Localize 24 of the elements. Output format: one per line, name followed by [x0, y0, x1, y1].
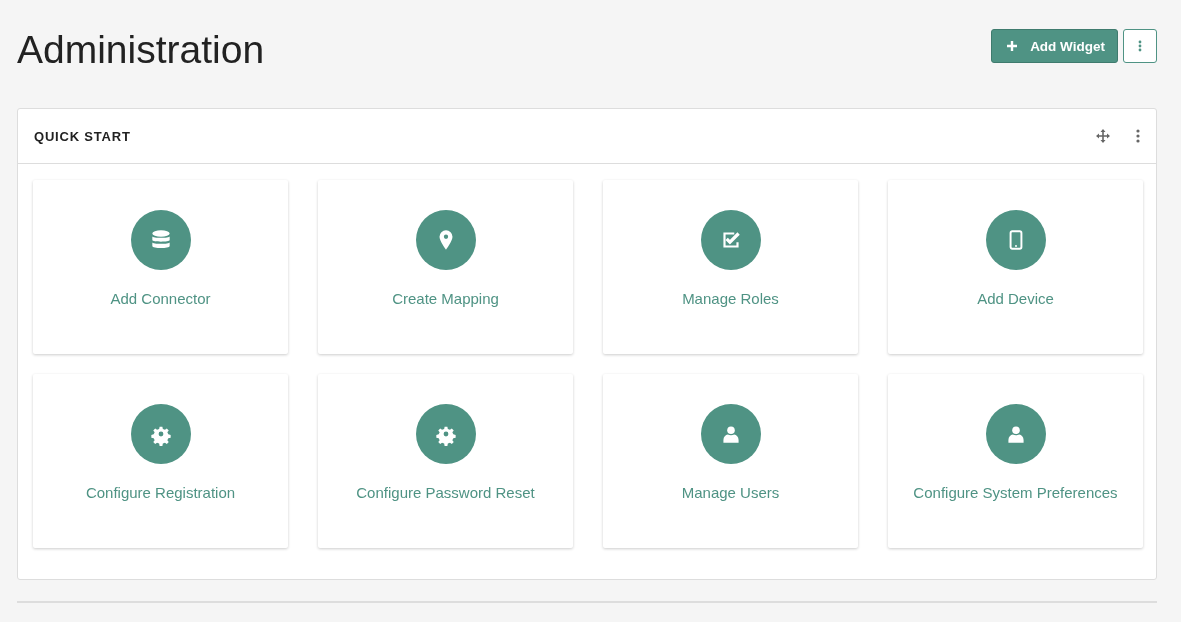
quick-start-card[interactable]: Configure Registration — [33, 374, 288, 548]
quick-start-card[interactable]: Add Device — [888, 180, 1143, 354]
quick-start-card[interactable]: Configure Password Reset — [318, 374, 573, 548]
kebab-icon[interactable] — [1136, 129, 1140, 143]
more-options-button[interactable] — [1123, 29, 1157, 63]
add-widget-button[interactable]: Add Widget — [991, 29, 1118, 63]
page-title: Administration — [17, 28, 265, 72]
card-label: Manage Roles — [682, 290, 779, 307]
move-icon[interactable] — [1096, 129, 1110, 143]
quick-start-card[interactable]: Add Connector — [33, 180, 288, 354]
quick-start-card[interactable]: Create Mapping — [318, 180, 573, 354]
widget-title: QUICK START — [34, 128, 131, 144]
card-label: Create Mapping — [392, 290, 499, 307]
card-label: Configure Password Reset — [356, 484, 535, 501]
plus-icon — [1006, 40, 1019, 52]
card-label: Manage Users — [681, 484, 780, 501]
quick-start-card[interactable]: Configure System Preferences — [888, 374, 1143, 548]
quick-start-card[interactable]: Manage Users — [603, 374, 858, 548]
card-label: Add Connector — [110, 290, 211, 307]
card-label: Configure Registration — [85, 484, 236, 501]
quick-start-card[interactable]: Manage Roles — [603, 180, 858, 354]
card-label: Add Device — [977, 290, 1054, 307]
kebab-icon — [1138, 40, 1142, 52]
card-label: Configure System Preferences — [913, 484, 1118, 501]
